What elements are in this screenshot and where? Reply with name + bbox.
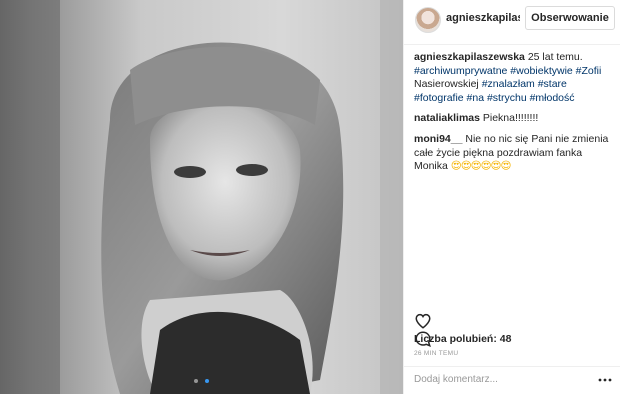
likes-count[interactable]: Liczba polubień: 48: [414, 333, 511, 345]
comment-item: moni94__ Nie no nic się Pani nie zmienia…: [414, 133, 614, 174]
caption-text: 25 lat temu.: [524, 51, 583, 63]
caption-text-2: Nasierowskiej: [414, 78, 482, 91]
caption: agnieszkapilaszewska 25 lat temu. #archi…: [414, 51, 614, 105]
post-photo[interactable]: [0, 0, 403, 394]
comment-emoji: 😍😍😍😍😍😍: [450, 160, 512, 173]
carousel-dot-1[interactable]: [194, 379, 199, 383]
avatar[interactable]: [415, 7, 441, 33]
caption-hashtags-1[interactable]: #archiwumprywatne #wobiektywie #Zofii: [414, 65, 601, 77]
add-comment-bar: [404, 366, 620, 394]
portrait-photo: [0, 0, 403, 394]
action-bar: [414, 312, 474, 348]
header-username[interactable]: agnieszkapilas: [446, 12, 520, 24]
comments-list: agnieszkapilaszewska 25 lat temu. #archi…: [414, 51, 614, 181]
post-timestamp: 26 MIN TEMU: [414, 350, 459, 357]
comment-input[interactable]: [414, 374, 584, 385]
comment-text: Piekna!!!!!!!!: [479, 112, 539, 125]
caption-username[interactable]: agnieszkapilaszewska: [414, 51, 525, 63]
follow-button[interactable]: Obserwowanie: [525, 6, 615, 30]
post-header: agnieszkapilas Obserwowanie: [404, 0, 620, 45]
comment-username[interactable]: nataliaklimas: [414, 112, 480, 124]
more-dots-icon[interactable]: [598, 377, 612, 383]
comment-item: nataliaklimas Piekna!!!!!!!!: [414, 112, 614, 126]
post-sidebar: agnieszkapilas Obserwowanie agnieszkapil…: [403, 0, 620, 394]
comment-username[interactable]: moni94__: [414, 133, 462, 145]
heart-outline-icon[interactable]: [414, 312, 432, 330]
carousel-dot-2[interactable]: [204, 379, 209, 383]
carousel-dots: [0, 370, 403, 388]
